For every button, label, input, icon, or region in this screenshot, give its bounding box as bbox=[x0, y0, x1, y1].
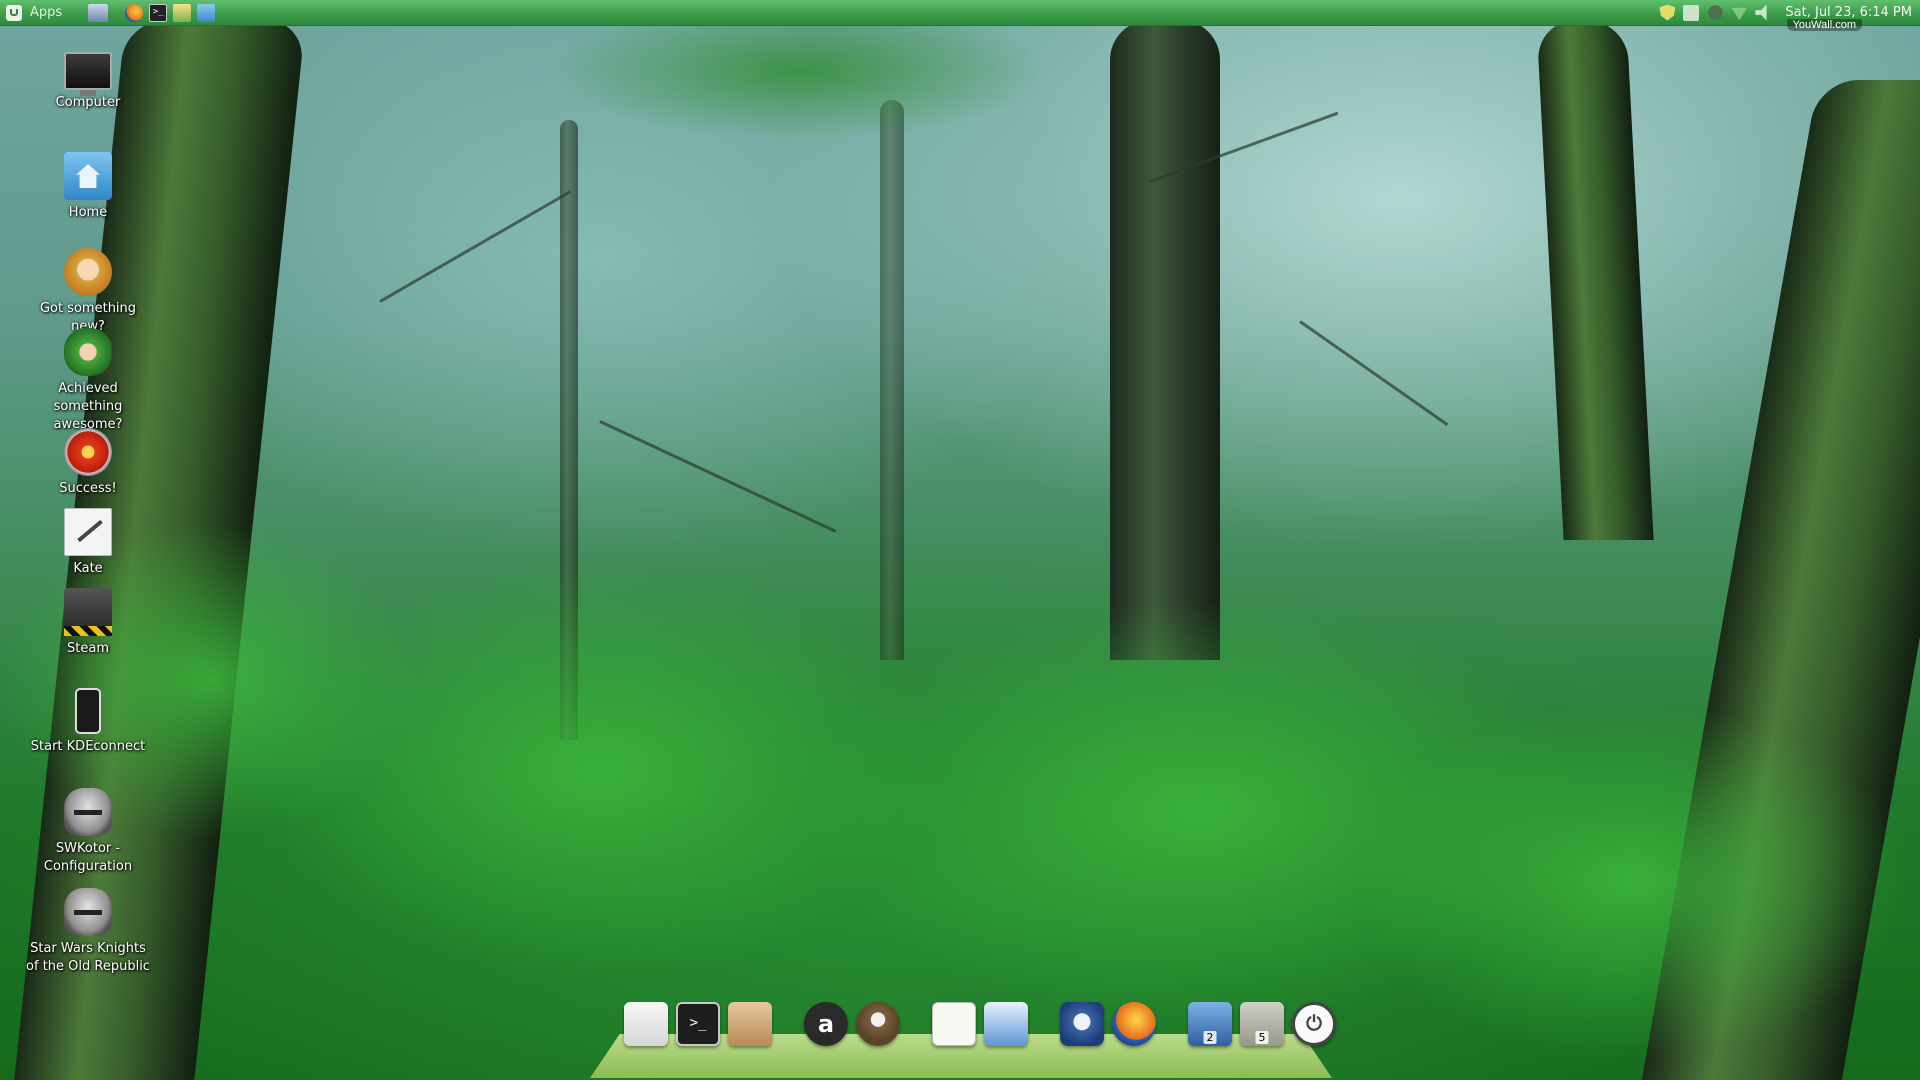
apps-menu-button[interactable]: Apps bbox=[0, 0, 68, 26]
desktop-icon-label: Home bbox=[68, 205, 108, 220]
window-count-badge: 5 bbox=[1255, 1031, 1269, 1044]
desktop-icon-label: Star Wars Knights of the Old Republic bbox=[26, 941, 150, 974]
terminal-launcher-icon[interactable]: >_ bbox=[149, 3, 168, 22]
desktop-icon-success[interactable]: Success! bbox=[23, 428, 153, 498]
desktop-icon-steam[interactable]: Steam bbox=[23, 588, 153, 658]
computer-icon bbox=[64, 52, 112, 96]
wallpaper-branch bbox=[379, 190, 572, 303]
panel-clock[interactable]: Sat, Jul 23, 6:14 PM bbox=[1785, 5, 1912, 20]
thunderbird-icon[interactable] bbox=[1060, 1002, 1104, 1046]
desktop-icon-achieved-something-awesome[interactable]: Achieved something awesome? bbox=[23, 328, 153, 434]
top-panel: Apps >_ Sat, Jul 23, 6:14 PM bbox=[0, 0, 1920, 26]
archive-icon[interactable]: 5 bbox=[1240, 1002, 1284, 1046]
writer-icon[interactable] bbox=[984, 1002, 1028, 1046]
desktop-icon-label: Success! bbox=[59, 481, 117, 496]
dock: >_ a 2 5 ⏻ bbox=[620, 1002, 1340, 1046]
wallpaper-branch bbox=[599, 420, 837, 533]
avatar-green-icon bbox=[64, 328, 112, 376]
desktop-icon-label: Steam bbox=[67, 641, 109, 656]
desktop-icon-label: SWKotor - Configuration bbox=[43, 841, 133, 874]
shield-icon[interactable] bbox=[1659, 4, 1676, 21]
desktop-icon-home[interactable]: Home bbox=[23, 152, 153, 222]
desktop-wallpaper: Apps >_ Sat, Jul 23, 6:14 PM YouWall.com… bbox=[0, 0, 1920, 1080]
wallpaper-tree-trunk bbox=[1110, 20, 1220, 660]
swkotor-helmet-icon bbox=[64, 888, 112, 936]
home-folder-icon bbox=[64, 152, 112, 200]
swkotor-helmet-icon bbox=[64, 788, 112, 836]
window-group-icon[interactable]: 2 bbox=[1188, 1002, 1232, 1046]
firefox-icon[interactable] bbox=[1112, 1002, 1156, 1046]
gimp-icon[interactable] bbox=[856, 1002, 900, 1046]
wallpaper-watermark: YouWall.com bbox=[1786, 19, 1862, 31]
user-icon[interactable] bbox=[1708, 5, 1723, 20]
mint-logo-icon bbox=[6, 4, 22, 21]
success-icon bbox=[64, 428, 112, 476]
wallpaper-fern bbox=[1350, 700, 1910, 1060]
network-card-icon[interactable] bbox=[1683, 4, 1700, 21]
wallpaper-branch bbox=[1299, 320, 1449, 426]
firefox-launcher-icon[interactable] bbox=[125, 3, 144, 22]
wallpaper-tree-trunk bbox=[880, 100, 904, 660]
amazon-icon[interactable]: a bbox=[804, 1002, 848, 1046]
avatar-blonde-icon bbox=[64, 248, 112, 296]
desktop-icon-label: Computer bbox=[55, 95, 121, 110]
show-desktop-icon[interactable] bbox=[88, 3, 109, 22]
desktop-icon-start-kdeconnect[interactable]: Start KDEconnect bbox=[23, 688, 153, 756]
text-editor-launcher-icon[interactable] bbox=[173, 3, 192, 22]
kate-icon bbox=[64, 508, 112, 556]
system-monitor-icon[interactable] bbox=[624, 1002, 668, 1046]
wifi-icon[interactable] bbox=[1731, 7, 1748, 21]
volume-icon[interactable] bbox=[1755, 4, 1767, 21]
desktop-icon-star-wars-kotor[interactable]: Star Wars Knights of the Old Republic bbox=[23, 888, 153, 976]
desktop-icon-label: Start KDEconnect bbox=[30, 739, 146, 754]
apps-menu-label: Apps bbox=[30, 5, 63, 20]
desktop-icon-label: Kate bbox=[73, 561, 103, 576]
desktop-icon-label: Achieved something awesome? bbox=[53, 381, 123, 432]
desktop-icon-got-something-new[interactable]: Got something new? bbox=[23, 248, 153, 336]
desktop-icon-swkotor-configuration[interactable]: SWKotor - Configuration bbox=[23, 788, 153, 876]
files-launcher-icon[interactable] bbox=[197, 3, 216, 22]
terminal-icon[interactable]: >_ bbox=[676, 1002, 720, 1046]
desktop-icon-kate[interactable]: Kate bbox=[23, 508, 153, 578]
text-editor-icon[interactable] bbox=[932, 1002, 976, 1046]
wallpaper-tree-trunk bbox=[1536, 20, 1654, 540]
desktop-icon-computer[interactable]: Computer bbox=[23, 46, 153, 112]
shutdown-icon[interactable]: ⏻ bbox=[1292, 1002, 1336, 1046]
kdeconnect-icon bbox=[75, 688, 101, 734]
window-count-badge: 2 bbox=[1203, 1031, 1217, 1044]
steam-icon bbox=[64, 588, 112, 636]
package-manager-icon[interactable] bbox=[728, 1002, 772, 1046]
